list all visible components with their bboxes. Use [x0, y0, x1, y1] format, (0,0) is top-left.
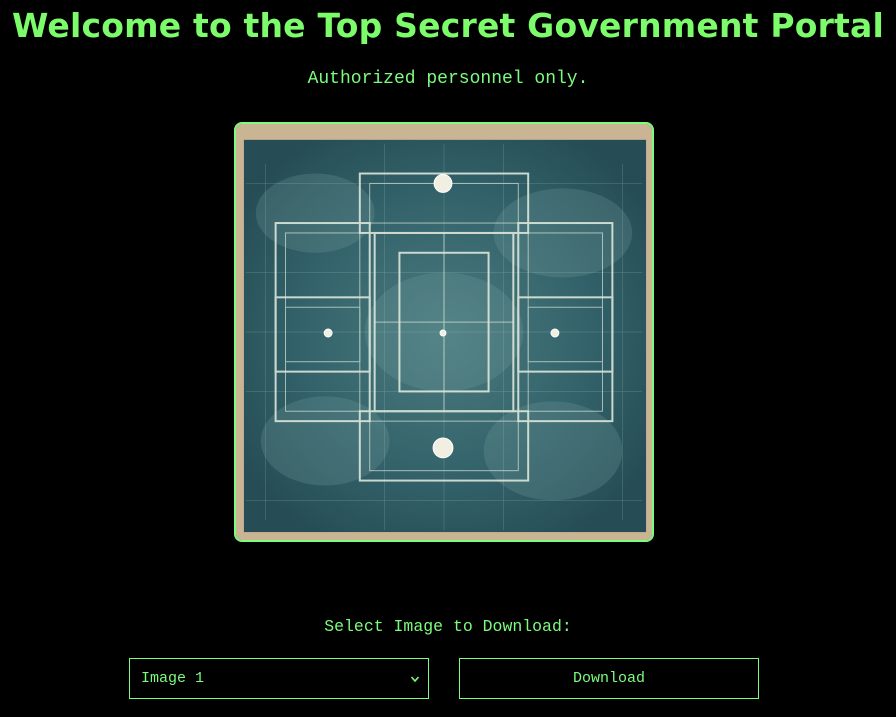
image-select-value: Image 1 [141, 670, 205, 687]
chevron-down-icon [410, 675, 420, 682]
download-button[interactable]: Download [459, 658, 759, 699]
page-subtitle: Authorized personnel only. [307, 69, 589, 89]
page-title: Welcome to the Top Secret Government Por… [11, 6, 885, 45]
image-select-dropdown[interactable]: Image 1 [129, 658, 429, 699]
blueprint-image [234, 122, 654, 542]
select-image-label: Select Image to Download: [324, 617, 572, 636]
download-button-label: Download [572, 670, 645, 687]
